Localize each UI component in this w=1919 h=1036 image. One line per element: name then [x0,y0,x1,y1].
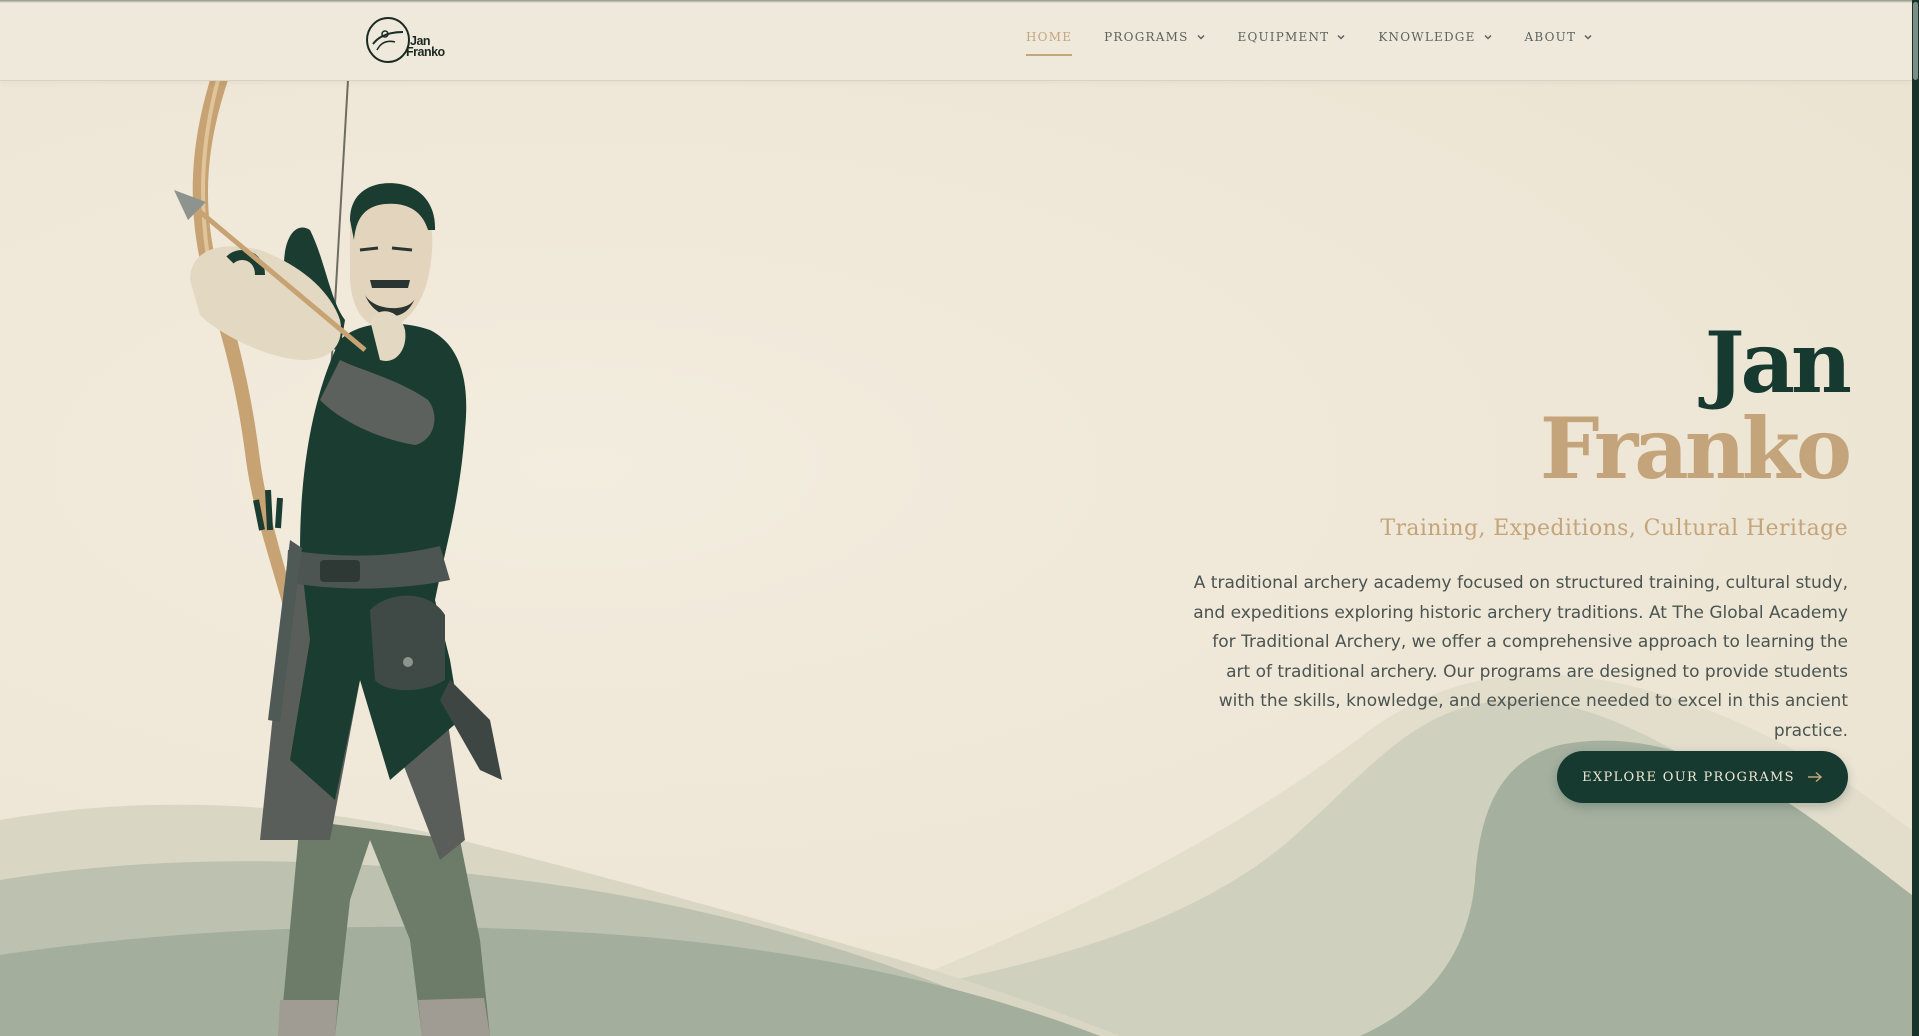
nav-item-programs[interactable]: PROGRAMS [1104,30,1205,44]
main-nav: HOME PROGRAMS EQUIPMENT KNOWLEDGE ABOUT [1026,30,1625,56]
cta-label: EXPLORE OUR PROGRAMS [1582,769,1795,785]
chevron-down-icon [1196,34,1205,40]
nav-item-about[interactable]: ABOUT [1525,30,1594,44]
logo-wordmark: Jan Franko [406,35,450,59]
nav-item-label: KNOWLEDGE [1378,30,1476,44]
hero-section: Jan Franko Training, Expeditions, Cultur… [1128,313,1852,746]
chevron-down-icon [1484,34,1492,40]
nav-item-knowledge[interactable]: KNOWLEDGE [1378,30,1492,44]
arrow-right-icon [1807,771,1822,783]
page: Jan Franko HOME PROGRAMS EQUIPMENT KNOWL… [0,0,1919,1036]
archer-illustration [174,80,502,1036]
hero-description: A traditional archery academy focused on… [1193,573,1848,741]
hero-first-name: Jan [1704,313,1852,412]
chevron-down-icon [1337,34,1345,40]
nav-item-label: HOME [1026,30,1073,44]
nav-item-label: PROGRAMS [1104,30,1189,44]
scrollbar-thumb[interactable] [1913,2,1918,80]
nav-item-label: EQUIPMENT [1237,30,1330,44]
explore-programs-button[interactable]: EXPLORE OUR PROGRAMS [1557,751,1848,803]
hero-title: Jan Franko [1128,313,1852,498]
site-header: Jan Franko HOME PROGRAMS EQUIPMENT KNOWL… [0,0,1912,81]
hero-subtitle: Training, Expeditions, Cultural Heritage [1380,516,1848,541]
nav-item-label: ABOUT [1524,30,1577,44]
site-logo[interactable]: Jan Franko [363,14,445,66]
chevron-down-icon [1584,34,1592,40]
nav-item-home[interactable]: HOME [1026,30,1073,56]
scrollbar[interactable] [1912,0,1919,1036]
nav-item-equipment[interactable]: EQUIPMENT [1238,30,1347,44]
logo-line-2: Franko [406,45,445,59]
archer-pouch [370,595,445,691]
hero-last-name: Franko [1539,399,1852,498]
